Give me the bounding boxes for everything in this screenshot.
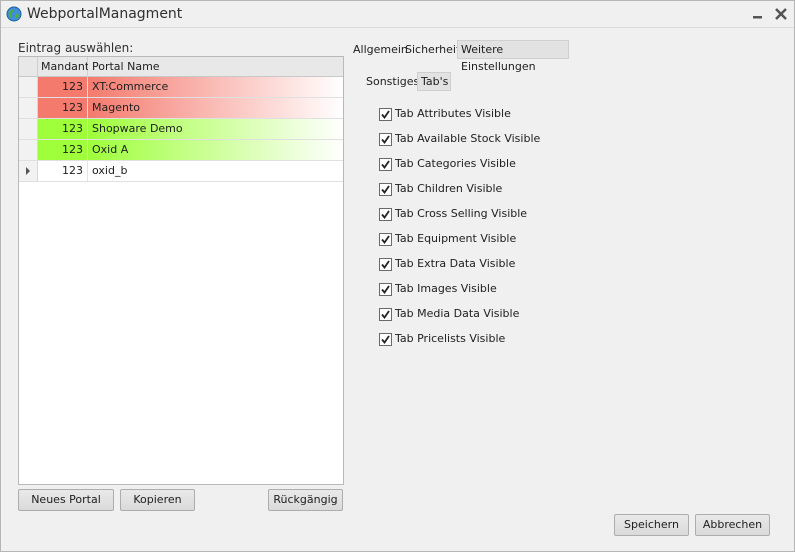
app-window: WebportalManagment Eintrag auswählen: Ma… [0, 0, 795, 552]
checkbox-label: Tab Equipment Visible [395, 232, 517, 245]
cell-portal-name: Magento [88, 98, 343, 118]
checkbox[interactable] [379, 233, 392, 246]
checkbox[interactable] [379, 133, 392, 146]
close-button[interactable] [772, 5, 790, 23]
table-row[interactable]: 123 XT:Commerce [19, 77, 343, 98]
cell-mandant: 123 [38, 119, 88, 139]
checkbox[interactable] [379, 283, 392, 296]
table-row[interactable]: 123 Magento [19, 98, 343, 119]
checkbox-label: Tab Children Visible [395, 182, 503, 195]
save-button[interactable]: Speichern [614, 514, 689, 536]
row-indicator-header [19, 57, 38, 77]
cell-portal-name: oxid_b [92, 164, 128, 177]
row-indicator [19, 161, 38, 181]
table-row[interactable]: 123 Shopware Demo [19, 119, 343, 140]
row-indicator [19, 140, 38, 160]
checkbox[interactable] [379, 183, 392, 196]
table-row[interactable]: 123 oxid_b [19, 161, 343, 182]
window-title: WebportalManagment [27, 6, 183, 22]
checkmark-icon [381, 110, 390, 119]
row-indicator [19, 77, 38, 97]
checkbox[interactable] [379, 258, 392, 271]
cell-portal-name: Oxid A [88, 140, 343, 160]
checkbox-label: Tab Pricelists Visible [395, 332, 506, 345]
checkmark-icon [381, 335, 390, 344]
cell-mandant: 123 [38, 140, 88, 160]
checkmark-icon [381, 135, 390, 144]
checkmark-icon [381, 285, 390, 294]
cell-portal-name: XT:Commerce [88, 77, 343, 97]
checkmark-icon [381, 210, 390, 219]
checkbox[interactable] [379, 208, 392, 221]
tab-sicherheit[interactable]: Sicherheit [402, 40, 463, 59]
tab-weitere-einstellungen[interactable]: Weitere Einstellungen [457, 40, 569, 73]
minimize-icon [753, 16, 762, 19]
row-indicator [19, 119, 38, 139]
checkmark-icon [381, 260, 390, 269]
cell-portal-name: Shopware Demo [88, 119, 343, 139]
checkbox-label: Tab Available Stock Visible [395, 132, 541, 145]
checkbox[interactable] [379, 333, 392, 346]
copy-button[interactable]: Kopieren [120, 489, 195, 511]
minimize-button[interactable] [749, 5, 767, 23]
subtab-tabs[interactable]: Tab's [417, 72, 451, 91]
close-icon [775, 8, 787, 20]
checkbox-label: Tab Images Visible [395, 282, 497, 295]
checkbox-label: Tab Cross Selling Visible [395, 207, 528, 220]
select-entry-label: Eintrag auswählen: [18, 41, 134, 55]
portal-grid: Mandant Portal Name 123 XT:Commerce 123 … [18, 56, 344, 485]
cell-mandant: 123 [38, 77, 88, 97]
cell-mandant: 123 [38, 98, 88, 118]
table-row[interactable]: 123 Oxid A [19, 140, 343, 161]
undo-button[interactable]: Rückgängig [268, 489, 343, 511]
checkbox-label: Tab Media Data Visible [395, 307, 520, 320]
checkbox-label: Tab Extra Data Visible [395, 257, 516, 270]
cell-mandant: 123 [38, 161, 88, 181]
column-header-mandant[interactable]: Mandant [38, 57, 89, 77]
checkbox[interactable] [379, 308, 392, 321]
checkbox[interactable] [379, 108, 392, 121]
column-header-portal-name[interactable]: Portal Name [88, 57, 343, 77]
checkbox-label: Tab Categories Visible [395, 157, 516, 170]
new-portal-button[interactable]: Neues Portal [18, 489, 114, 511]
current-row-arrow-icon [26, 167, 30, 175]
checkmark-icon [381, 310, 390, 319]
cancel-button[interactable]: Abbrechen [695, 514, 770, 536]
checkmark-icon [381, 160, 390, 169]
checkmark-icon [381, 235, 390, 244]
checkbox-label: Tab Attributes Visible [395, 107, 511, 120]
row-indicator [19, 98, 38, 118]
checkmark-icon [381, 185, 390, 194]
title-bar: WebportalManagment [1, 1, 794, 28]
subtab-sonstiges[interactable]: Sonstiges [363, 72, 422, 91]
globe-icon [6, 6, 22, 22]
checkbox[interactable] [379, 158, 392, 171]
